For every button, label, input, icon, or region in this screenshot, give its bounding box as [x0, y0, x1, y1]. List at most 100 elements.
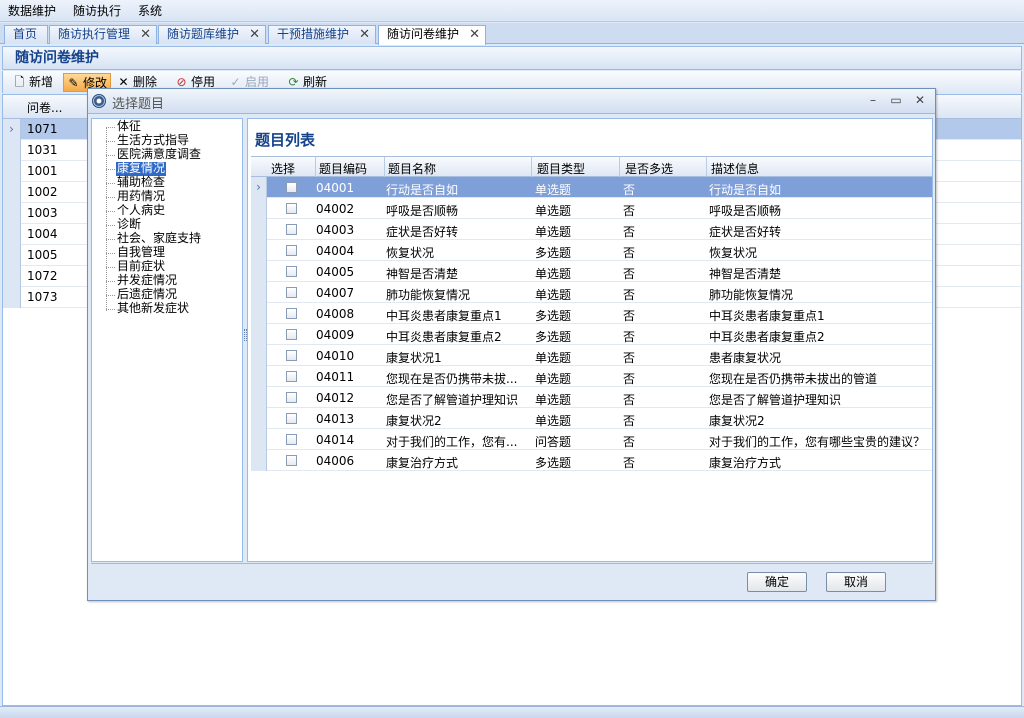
tree-node[interactable]: 目前症状 [116, 260, 166, 274]
menu-followup-execution[interactable]: 随访执行 [65, 0, 130, 22]
select-checkbox[interactable] [286, 203, 297, 214]
table-row[interactable]: 04002 呼吸是否顺畅 单选题 否 呼吸是否顺畅 [251, 198, 932, 219]
tree-node[interactable]: 社会、家庭支持 [116, 232, 202, 246]
close-icon[interactable]: ✕ [140, 26, 151, 43]
page-title: 随访问卷维护 [2, 46, 1022, 70]
menu-data-maintenance[interactable]: 数据维护 [0, 0, 65, 22]
select-checkbox[interactable] [286, 287, 297, 298]
column-header-desc[interactable]: 描述信息 [711, 160, 759, 177]
tree-node[interactable]: 后遗症情况 [116, 288, 178, 302]
select-checkbox[interactable] [286, 329, 297, 340]
tree-node[interactable]: 其他新发症状 [116, 302, 190, 316]
select-checkbox[interactable] [286, 224, 297, 235]
tree-node[interactable]: 个人病史 [116, 204, 166, 218]
status-bar [0, 706, 1024, 718]
question-name: 中耳炎患者康复重点2 [386, 330, 502, 344]
tree-node[interactable]: 体征 [116, 120, 142, 134]
table-row[interactable]: 04010 康复状况1 单选题 否 患者康复状况 [251, 345, 932, 366]
table-row[interactable]: 04005 神智是否清楚 单选题 否 神智是否清楚 [251, 261, 932, 282]
tab-followup-execution[interactable]: 随访执行管理 ✕ [49, 25, 157, 44]
question-name: 行动是否自如 [386, 183, 459, 197]
row-indicator-icon: › [251, 177, 267, 198]
select-checkbox[interactable] [286, 350, 297, 361]
tree-connector [106, 127, 115, 128]
question-type: 单选题 [535, 414, 572, 428]
question-code: 04006 [316, 454, 355, 468]
select-checkbox[interactable] [286, 392, 297, 403]
tree-node-selected[interactable]: 康复情况 [116, 162, 167, 176]
column-header-type[interactable]: 题目类型 [537, 160, 585, 177]
select-checkbox[interactable] [286, 413, 297, 424]
select-checkbox[interactable] [286, 434, 297, 445]
question-type: 单选题 [535, 267, 572, 281]
ok-button[interactable]: 确定 [747, 572, 807, 592]
tree-connector [106, 169, 115, 170]
tree-node[interactable]: 诊断 [116, 218, 142, 232]
select-checkbox[interactable] [286, 245, 297, 256]
close-icon[interactable]: ✕ [913, 93, 927, 107]
disable-label: 停用 [191, 75, 216, 89]
cancel-button[interactable]: 取消 [826, 572, 886, 592]
tree-node[interactable]: 生活方式指导 [116, 134, 190, 148]
tree-node[interactable]: 自我管理 [116, 246, 166, 260]
question-multi: 否 [623, 435, 636, 449]
table-row[interactable]: 04004 恢复状况 多选题 否 恢复状况 [251, 240, 932, 261]
tree-node[interactable]: 用药情况 [116, 190, 166, 204]
question-name: 您现在是否仍携带未拔... [386, 372, 518, 386]
row-indicator [251, 450, 267, 471]
dialog-title: 选择题目 [112, 97, 165, 112]
enable-label: 启用 [245, 75, 270, 89]
close-icon[interactable]: ✕ [359, 26, 370, 43]
table-row[interactable]: › 04001 行动是否自如 单选题 否 行动是否自如 [251, 177, 932, 198]
question-type: 单选题 [535, 225, 572, 239]
row-indicator [3, 140, 21, 161]
close-icon[interactable]: ✕ [469, 26, 480, 43]
row-id: 1072 [27, 269, 58, 283]
table-row[interactable]: 04013 康复状况2 单选题 否 康复状况2 [251, 408, 932, 429]
question-type: 单选题 [535, 183, 572, 197]
column-header-code[interactable]: 题目编码 [319, 160, 367, 177]
question-desc: 康复状况2 [709, 414, 765, 428]
add-button[interactable]: 🗋 新增 [13, 73, 53, 92]
question-code: 04005 [316, 265, 355, 279]
table-row[interactable]: 04003 症状是否好转 单选题 否 症状是否好转 [251, 219, 932, 240]
question-code: 04011 [316, 370, 355, 384]
row-indicator-icon: › [3, 119, 21, 140]
select-checkbox[interactable] [286, 266, 297, 277]
maximize-icon[interactable]: ▭ [889, 93, 903, 107]
tree-node[interactable]: 并发症情况 [116, 274, 178, 288]
tab-questionnaire[interactable]: 随访问卷维护 ✕ [378, 25, 486, 45]
question-multi: 否 [623, 246, 636, 260]
dialog-titlebar[interactable]: 选择题目 – ▭ ✕ [88, 89, 935, 114]
question-code: 04004 [316, 244, 355, 258]
row-id: 1004 [27, 227, 58, 241]
table-row[interactable]: 04006 康复治疗方式 多选题 否 康复治疗方式 [251, 450, 932, 471]
tree-connector [106, 309, 115, 310]
tree-node[interactable]: 辅助检查 [116, 176, 166, 190]
minimize-icon[interactable]: – [866, 93, 880, 107]
table-row[interactable]: 04011 您现在是否仍携带未拔... 单选题 否 您现在是否仍携带未拔出的管道 [251, 366, 932, 387]
table-row[interactable]: 04014 对于我们的工作，您有... 问答题 否 对于我们的工作，您有哪些宝贵… [251, 429, 932, 450]
column-header-name[interactable]: 题目名称 [388, 160, 436, 177]
menu-system[interactable]: 系统 [130, 0, 171, 22]
table-row[interactable]: 04009 中耳炎患者康复重点2 多选题 否 中耳炎患者康复重点2 [251, 324, 932, 345]
close-icon[interactable]: ✕ [249, 26, 260, 43]
column-header-select[interactable]: 选择 [271, 160, 295, 177]
menu-bar: 数据维护 随访执行 系统 [0, 0, 1024, 22]
tab-home[interactable]: 首页 [4, 25, 48, 44]
question-name: 肺功能恢复情况 [386, 288, 471, 302]
select-checkbox[interactable] [286, 308, 297, 319]
tree-node[interactable]: 医院满意度调查 [116, 148, 202, 162]
select-checkbox[interactable] [286, 182, 297, 193]
question-multi: 否 [623, 330, 636, 344]
tab-intervention[interactable]: 干预措施维护 ✕ [268, 25, 376, 44]
question-type: 单选题 [535, 372, 572, 386]
column-header-multi[interactable]: 是否多选 [625, 160, 673, 177]
select-checkbox[interactable] [286, 455, 297, 466]
select-checkbox[interactable] [286, 371, 297, 382]
table-row[interactable]: 04007 肺功能恢复情况 单选题 否 肺功能恢复情况 [251, 282, 932, 303]
table-row[interactable]: 04008 中耳炎患者康复重点1 多选题 否 中耳炎患者康复重点1 [251, 303, 932, 324]
tab-question-bank[interactable]: 随访题库维护 ✕ [158, 25, 266, 44]
column-header-questionnaire[interactable]: 问卷... [27, 99, 62, 116]
table-row[interactable]: 04012 您是否了解管道护理知识 单选题 否 您是否了解管道护理知识 [251, 387, 932, 408]
